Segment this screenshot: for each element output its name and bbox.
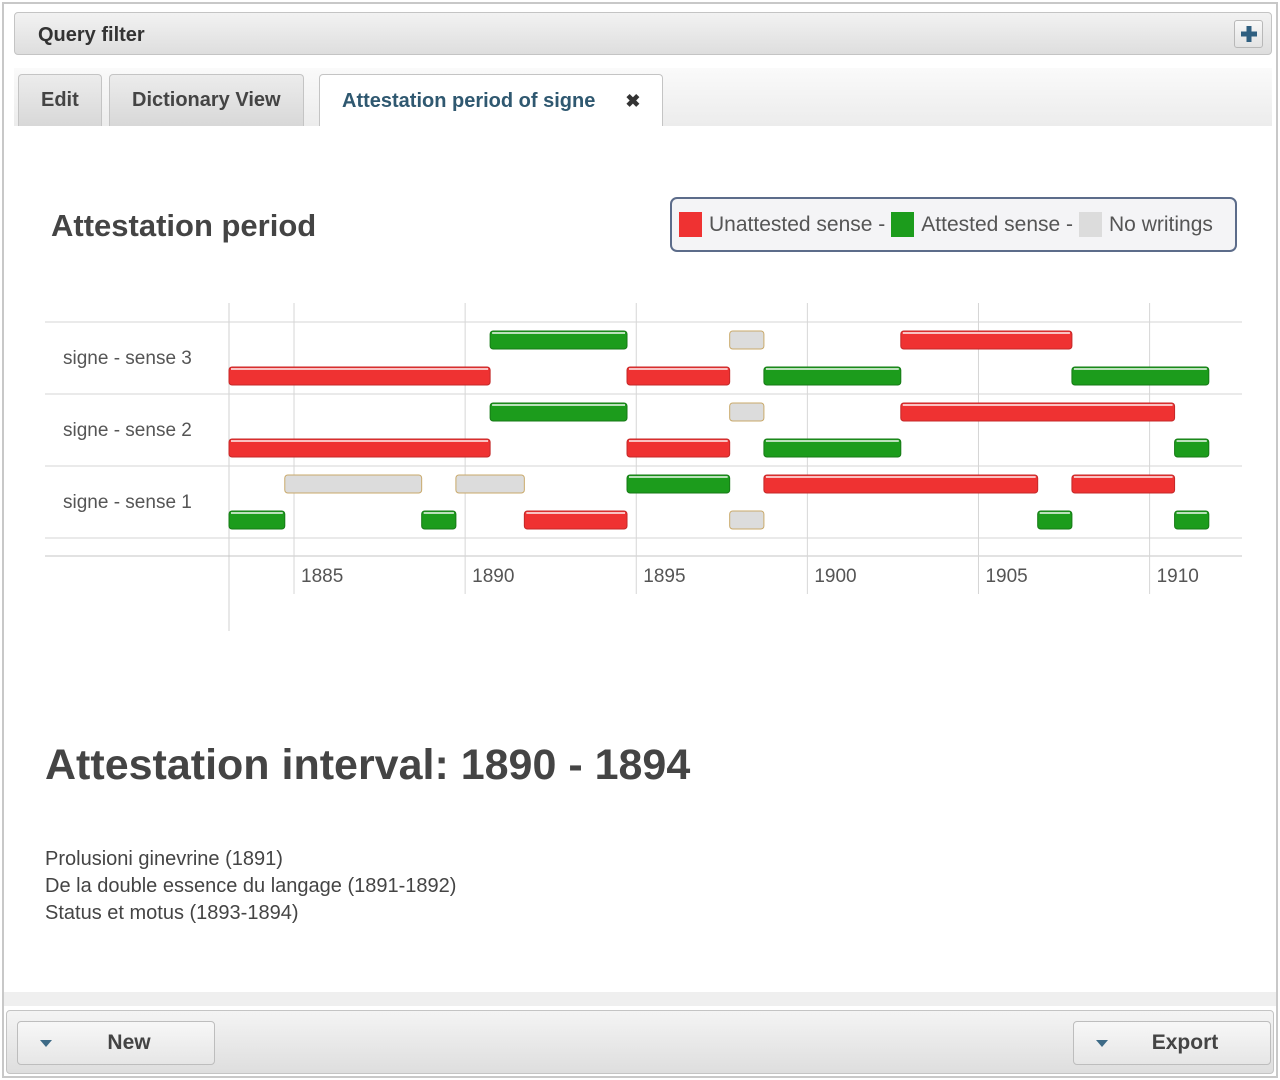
- row-label: signe - sense 1: [63, 492, 192, 513]
- close-icon[interactable]: ✖: [625, 91, 640, 112]
- bar-highlight: [423, 512, 454, 514]
- x-tick-label: 1900: [814, 566, 856, 587]
- bar-highlight: [1176, 440, 1207, 442]
- row-label: signe - sense 2: [63, 420, 192, 441]
- bar-highlight: [492, 332, 626, 334]
- x-tick-label: 1885: [301, 566, 343, 587]
- x-tick-label: 1905: [985, 566, 1027, 587]
- timeline-bar-nowritings: [729, 402, 765, 422]
- tab-attestation-period[interactable]: Attestation period of signe ✖: [319, 74, 664, 127]
- tab-bar: Edit Dictionary View Attestation period …: [14, 68, 1272, 127]
- tab-label: Attestation period of signe: [342, 89, 596, 112]
- bar-highlight: [231, 368, 489, 370]
- x-tick-label: 1895: [643, 566, 685, 587]
- tab-content: Attestation period Unattested sense - At…: [14, 126, 1272, 992]
- timeline-bar-nowritings: [284, 474, 423, 494]
- bar-highlight: [492, 404, 626, 406]
- bar-highlight: [1039, 512, 1070, 514]
- timeline-chart: 1885 1890 1895 1900 1905 1910 signe - sense 3 s…: [45, 303, 1242, 631]
- new-button-label: New: [107, 1031, 151, 1054]
- bar-highlight: [231, 512, 283, 514]
- bar-highlight: [526, 512, 626, 514]
- bar-highlight: [902, 332, 1070, 334]
- bar-highlight: [765, 476, 1036, 478]
- bar-highlight: [902, 404, 1173, 406]
- tab-edit[interactable]: Edit: [18, 74, 102, 126]
- timeline-bar-nowritings: [729, 510, 765, 530]
- work-item: De la double essence du langage (1891-18…: [45, 875, 457, 897]
- query-filter-title: Query filter: [38, 24, 145, 46]
- footer-toolbar: New Export: [6, 1010, 1274, 1074]
- bar-highlight: [231, 440, 489, 442]
- add-filter-button[interactable]: [1234, 20, 1263, 48]
- bar-highlight: [1073, 476, 1173, 478]
- bar-highlight: [765, 368, 899, 370]
- new-button[interactable]: New: [17, 1021, 215, 1065]
- tab-label: Dictionary View: [132, 89, 281, 111]
- bar-highlight: [1176, 512, 1207, 514]
- attestation-interval-title: Attestation interval: 1890 - 1894: [45, 741, 691, 789]
- tab-dictionary-view[interactable]: Dictionary View: [109, 74, 304, 126]
- x-tick-label: 1910: [1157, 566, 1199, 587]
- timeline-bar-nowritings: [729, 330, 765, 350]
- export-button-label: Export: [1151, 1031, 1219, 1054]
- bar-highlight: [765, 440, 899, 442]
- timeline-bar-nowritings: [455, 474, 525, 494]
- works-list: Prolusioni ginevrine (1891) De la double…: [45, 846, 456, 927]
- bar-highlight: [629, 440, 728, 442]
- bar-highlight: [629, 368, 728, 370]
- tab-label: Edit: [41, 89, 79, 111]
- export-button[interactable]: Export: [1073, 1021, 1271, 1065]
- query-filter-header[interactable]: Query filter: [14, 12, 1272, 55]
- footer-separator: [4, 992, 1276, 1006]
- work-item: Prolusioni ginevrine (1891): [45, 848, 283, 870]
- x-tick-label: 1890: [472, 566, 514, 587]
- work-item: Status et motus (1893-1894): [45, 902, 299, 924]
- row-label: signe - sense 3: [63, 348, 192, 369]
- plus-icon: [1240, 26, 1257, 42]
- bar-highlight: [1073, 368, 1207, 370]
- bar-highlight: [629, 476, 728, 478]
